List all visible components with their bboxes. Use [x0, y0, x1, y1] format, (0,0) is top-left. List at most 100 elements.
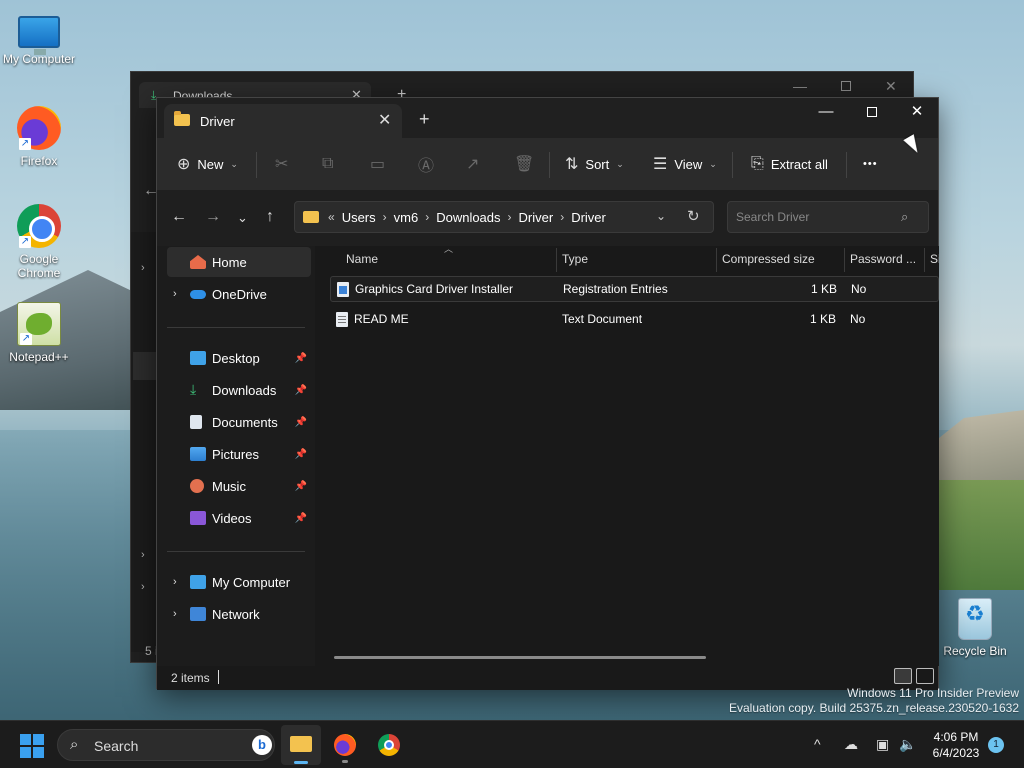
- tiles-view-button[interactable]: [916, 668, 934, 684]
- pin-icon[interactable]: 📌: [295, 481, 307, 492]
- breadcrumb-separator-icon[interactable]: ›: [425, 210, 429, 224]
- desktop-icon-my-computer[interactable]: My Computer: [1, 10, 77, 66]
- column-header-compressed-size[interactable]: Compressed size: [722, 246, 842, 272]
- search-input[interactable]: [727, 201, 929, 233]
- close-button[interactable]: ✕: [894, 98, 940, 128]
- forward-button[interactable]: →: [205, 208, 221, 226]
- minimize-button[interactable]: —: [803, 98, 849, 128]
- column-divider[interactable]: [716, 248, 717, 272]
- breadcrumb-separator-icon[interactable]: ›: [508, 210, 512, 224]
- pin-icon[interactable]: 📌: [295, 417, 307, 428]
- start-button[interactable]: [20, 734, 44, 758]
- background-chevron-icon[interactable]: ›: [141, 581, 145, 593]
- back-button[interactable]: ←: [171, 208, 187, 226]
- breadcrumb-downloads[interactable]: Downloads: [436, 210, 500, 225]
- new-tab-icon[interactable]: +: [419, 109, 430, 130]
- share-button[interactable]: ↗: [466, 150, 479, 178]
- clock[interactable]: 4:06 PM 6/4/2023: [925, 729, 987, 761]
- table-row[interactable]: Graphics Card Driver Installer Registrat…: [330, 276, 939, 302]
- sidebar-item-network[interactable]: › Network: [167, 599, 311, 629]
- sidebar-item-label: My Computer: [212, 574, 291, 590]
- notification-badge[interactable]: 1: [988, 737, 1004, 753]
- pin-icon[interactable]: 📌: [295, 513, 307, 524]
- sidebar-item-desktop[interactable]: Desktop 📌: [167, 343, 311, 373]
- desktop-icon-recycle-bin[interactable]: Recycle Bin: [937, 598, 1013, 658]
- taskbar-chrome[interactable]: [369, 725, 409, 765]
- refresh-icon[interactable]: ↻: [687, 207, 700, 225]
- show-hidden-icons-chevron[interactable]: ^: [814, 736, 821, 752]
- windows-logo-icon: [33, 747, 44, 758]
- background-close-icon[interactable]: ✕: [885, 78, 897, 95]
- copy-button[interactable]: ⧉: [322, 150, 333, 178]
- onedrive-offline-icon[interactable]: ☁: [844, 736, 858, 753]
- desktop-icon-firefox[interactable]: ↗ Firefox: [1, 106, 77, 168]
- column-divider[interactable]: [556, 248, 557, 272]
- network-icon[interactable]: ▣: [876, 736, 889, 753]
- address-history-chevron-icon[interactable]: ⌄: [656, 209, 666, 223]
- taskbar-file-explorer[interactable]: [281, 725, 321, 765]
- breadcrumb-vm6[interactable]: vm6: [394, 210, 419, 225]
- cut-button[interactable]: ✂: [275, 150, 288, 178]
- breadcrumb-driver-current[interactable]: Driver: [571, 210, 606, 225]
- recycle-bin-icon: [958, 598, 992, 640]
- breadcrumb-driver[interactable]: Driver: [519, 210, 554, 225]
- rename-button[interactable]: Ⓐ: [418, 150, 434, 178]
- paste-button[interactable]: ▭: [370, 150, 385, 178]
- sort-button[interactable]: ⇅ Sort ⌄: [565, 150, 624, 178]
- sidebar-item-home[interactable]: Home: [167, 247, 311, 277]
- column-header-size[interactable]: Si: [930, 246, 939, 272]
- desktop-icon-notepad-plus-plus[interactable]: ↗ Notepad++: [1, 302, 77, 364]
- tab-close-icon[interactable]: ✕: [378, 110, 391, 130]
- chevron-right-icon[interactable]: ›: [173, 288, 177, 300]
- breadcrumb-overflow-icon[interactable]: «: [328, 210, 335, 224]
- background-chevron-icon[interactable]: ›: [141, 262, 145, 274]
- address-bar[interactable]: « Users › vm6 › Downloads › Driver › Dri…: [294, 201, 714, 233]
- background-chevron-icon[interactable]: ›: [141, 549, 145, 561]
- pin-icon[interactable]: 📌: [295, 353, 307, 364]
- taskbar-firefox[interactable]: [325, 725, 365, 765]
- column-divider[interactable]: [844, 248, 845, 272]
- explorer-window[interactable]: Driver ✕ + — ✕ ⊕ New ⌄ ✂ ⧉ ▭ Ⓐ ↗ 🗑 ⇅ Sor…: [156, 97, 939, 690]
- tab-label: Driver: [200, 114, 235, 129]
- bing-icon[interactable]: b: [252, 735, 272, 755]
- column-header-password[interactable]: Password ...: [850, 246, 920, 272]
- computer-icon: [190, 575, 206, 589]
- sidebar-item-downloads[interactable]: ⤓ Downloads 📌: [167, 375, 311, 405]
- tab-driver[interactable]: Driver ✕: [164, 104, 402, 138]
- background-maximize-icon[interactable]: [841, 81, 851, 91]
- chevron-right-icon[interactable]: ›: [173, 608, 177, 620]
- pin-icon[interactable]: 📌: [295, 449, 307, 460]
- column-divider[interactable]: [924, 248, 925, 272]
- table-row[interactable]: READ ME Text Document 1 KB No: [330, 307, 939, 333]
- sidebar-item-pictures[interactable]: Pictures 📌: [167, 439, 311, 469]
- chevron-right-icon[interactable]: ›: [173, 576, 177, 588]
- sidebar-item-my-computer[interactable]: › My Computer: [167, 567, 311, 597]
- toolbar-divider: [846, 152, 847, 178]
- column-header-name[interactable]: Name: [346, 246, 551, 272]
- new-button[interactable]: ⊕ New ⌄: [177, 150, 238, 178]
- sidebar-item-documents[interactable]: Documents 📌: [167, 407, 311, 437]
- breadcrumb-separator-icon[interactable]: ›: [560, 210, 564, 224]
- sidebar-item-onedrive[interactable]: › OneDrive: [167, 279, 311, 309]
- up-button[interactable]: ↑: [266, 208, 274, 226]
- pin-icon[interactable]: 📌: [295, 385, 307, 396]
- title-bar[interactable]: Driver ✕ + — ✕: [157, 98, 938, 138]
- volume-icon[interactable]: 🔈: [899, 736, 916, 753]
- extract-all-button[interactable]: ⎘ Extract all: [751, 150, 828, 178]
- toolbar-divider: [256, 152, 257, 178]
- background-minimize-icon[interactable]: —: [793, 78, 807, 94]
- breadcrumb-users[interactable]: Users: [342, 210, 376, 225]
- view-button[interactable]: ☰ View ⌄: [653, 150, 717, 178]
- maximize-button[interactable]: [849, 98, 895, 128]
- horizontal-scrollbar[interactable]: [334, 656, 706, 659]
- recent-locations-button[interactable]: ⌄: [237, 210, 248, 226]
- desktop-icon-google-chrome[interactable]: ↗ Google Chrome: [1, 204, 77, 280]
- column-header-type[interactable]: Type: [562, 246, 712, 272]
- more-options-button[interactable]: •••: [863, 150, 878, 178]
- sidebar-item-music[interactable]: Music 📌: [167, 471, 311, 501]
- taskbar-search[interactable]: ⌕ Search b: [57, 729, 275, 761]
- details-view-button[interactable]: [894, 668, 912, 684]
- breadcrumb-separator-icon[interactable]: ›: [383, 210, 387, 224]
- sidebar-item-videos[interactable]: Videos 📌: [167, 503, 311, 533]
- delete-button[interactable]: 🗑: [514, 150, 534, 178]
